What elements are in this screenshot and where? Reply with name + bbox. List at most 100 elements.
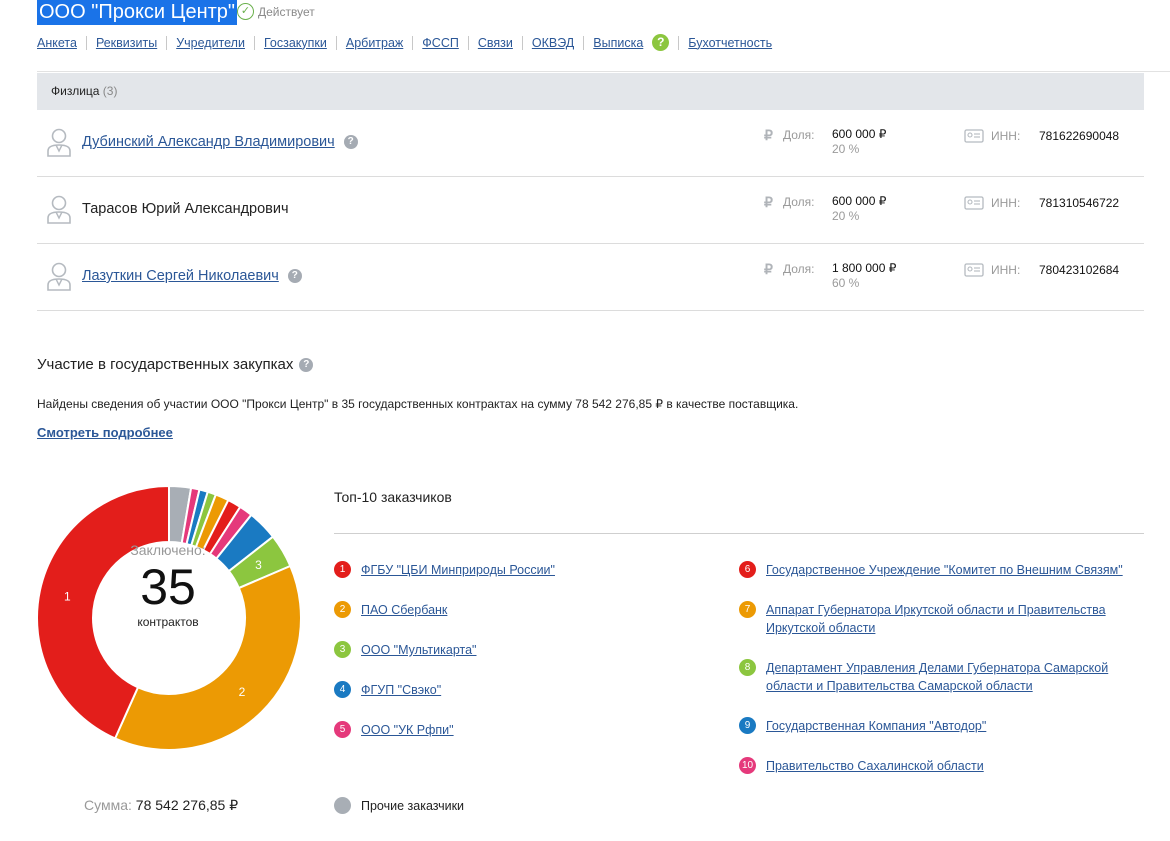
nav-divider [412, 35, 414, 50]
nav-arbitrazh[interactable]: Арбитраж [346, 36, 403, 50]
help-icon[interactable]: ? [287, 269, 302, 284]
customer-link[interactable]: Департамент Управления Делами Губернатор… [766, 659, 1121, 695]
donut-slice-label: 1 [64, 589, 71, 603]
customer-item: 5 ООО "УК Рфпи" [334, 721, 714, 739]
contracts-count: 35 [140, 559, 196, 615]
share-label: Доля: [783, 128, 815, 142]
sum-line: Сумма: 78 542 276,85 ₽ [84, 797, 238, 814]
customer-item: 2 ПАО Сбербанк [334, 601, 714, 619]
inn-value: 781622690048 [1039, 129, 1120, 143]
customer-item: 1 ФГБУ "ЦБИ Минприроды России" [334, 561, 714, 579]
customer-link[interactable]: Правительство Сахалинской области [766, 757, 984, 775]
nav-divider [166, 35, 168, 50]
sum-label: Сумма: [84, 797, 132, 813]
share-percent: 60 % [832, 276, 860, 290]
founders-header: Физлица (3) [37, 73, 1144, 110]
share-label: Доля: [783, 195, 815, 209]
ruble-icon: ₽ [764, 194, 773, 210]
nav-divider [678, 35, 680, 50]
customer-number: 7 [739, 601, 756, 618]
customer-link[interactable]: ФГУП "Свэко" [361, 681, 441, 699]
id-card-icon [964, 263, 984, 277]
customer-item: 8 Департамент Управления Делами Губернат… [739, 659, 1139, 695]
section-title-text: Участие в государственных закупках [37, 356, 294, 373]
nav-goszakupki[interactable]: Госзакупки [264, 36, 327, 50]
inn-label: ИНН: [991, 129, 1021, 143]
share-value: 600 000 ₽ [832, 194, 887, 208]
customer-number: 5 [334, 721, 351, 738]
contracts-unit: контрактов [137, 615, 199, 629]
divider [334, 533, 1144, 534]
nav-svyazi[interactable]: Связи [478, 36, 513, 50]
share-percent: 20 % [832, 209, 860, 223]
customer-number: 1 [334, 561, 351, 578]
founder-name[interactable]: Лазуткин Сергей Николаевич [82, 268, 279, 284]
donut-label: Заключено: [130, 542, 206, 558]
nav-vypiska[interactable]: Выписка [593, 36, 643, 50]
customer-link[interactable]: Аппарат Губернатора Иркутской области и … [766, 601, 1116, 637]
share-label: Доля: [783, 262, 815, 276]
help-icon[interactable]: ? [343, 135, 358, 150]
more-link[interactable]: Смотреть подробнее [37, 425, 173, 440]
ruble-icon: ₽ [764, 127, 773, 143]
person-icon [47, 128, 71, 157]
nav-divider [583, 35, 585, 50]
founders-count: (3) [102, 84, 118, 98]
help-icon[interactable]: ? [299, 358, 314, 373]
inn-value: 781310546722 [1039, 196, 1120, 210]
person-icon [47, 195, 71, 224]
help-icon[interactable]: ? [652, 34, 670, 51]
customer-link[interactable]: ООО "УК Рфпи" [361, 721, 454, 739]
others-label: Прочие заказчики [361, 799, 465, 813]
customer-number: 4 [334, 681, 351, 698]
customer-number: 6 [739, 561, 756, 578]
inn-label: ИНН: [991, 263, 1021, 277]
id-card-icon [964, 196, 984, 210]
customer-item: 9 Государственная Компания "Автодор" [739, 717, 1139, 735]
customer-item: 6 Государственное Учреждение "Комитет по… [739, 561, 1139, 579]
founder-name[interactable]: Дубинский Александр Владимирович [82, 134, 335, 150]
customer-item-others: Прочие заказчики [334, 797, 634, 815]
divider [37, 71, 1170, 72]
founder-row: Лазуткин Сергей Николаевич? ₽ Доля: 1 80… [37, 244, 1144, 311]
customer-item: 3 ООО "Мультикарта" [334, 641, 714, 659]
nav-okved[interactable]: ОКВЭД [532, 36, 574, 50]
nav-buhotchetnost[interactable]: Бухотчетность [688, 36, 772, 50]
nav-rekvizity[interactable]: Реквизиты [96, 36, 157, 50]
customer-link[interactable]: ПАО Сбербанк [361, 601, 447, 619]
customer-link[interactable]: Государственное Учреждение "Комитет по В… [766, 561, 1123, 579]
nav-anketa[interactable]: Анкета [37, 36, 77, 50]
founder-row: Тарасов Юрий Александрович ₽ Доля: 600 0… [37, 177, 1144, 244]
status-badge: ✓ Действует [237, 3, 315, 20]
status-text: Действует [258, 4, 315, 19]
founder-name-link[interactable]: Дубинский Александр Владимирович? [82, 134, 358, 150]
customer-item: 10 Правительство Сахалинской области [739, 757, 1139, 775]
customer-item: 4 ФГУП "Свэко" [334, 681, 714, 699]
customer-number: 3 [334, 641, 351, 658]
donut-slice-label: 2 [239, 685, 246, 699]
sum-value: 78 542 276,85 ₽ [135, 797, 239, 813]
customer-link[interactable]: ООО "Мультикарта" [361, 641, 477, 659]
founders-header-label: Физлица [51, 84, 100, 98]
customer-number: 8 [739, 659, 756, 676]
id-card-icon [964, 129, 984, 143]
customer-item: 7 Аппарат Губернатора Иркутской области … [739, 601, 1139, 637]
nav-divider [467, 35, 469, 50]
share-percent: 20 % [832, 142, 860, 156]
nav-divider [335, 35, 337, 50]
found-text: Найдены сведения об участии ООО "Прокси … [37, 397, 799, 411]
founder-name-link[interactable]: Лазуткин Сергей Николаевич? [82, 268, 302, 284]
nav-divider [521, 35, 523, 50]
share-value: 600 000 ₽ [832, 127, 887, 141]
customer-number: 9 [739, 717, 756, 734]
customer-link[interactable]: Государственная Компания "Автодор" [766, 717, 986, 735]
person-icon [47, 262, 71, 291]
share-value: 1 800 000 ₽ [832, 261, 897, 275]
others-dot [334, 797, 351, 814]
founder-row: Дубинский Александр Владимирович? ₽ Доля… [37, 110, 1144, 177]
section-nav: Анкета Реквизиты Учредители Госзакупки А… [37, 34, 772, 51]
company-title: ООО "Прокси Центр" [37, 0, 237, 25]
nav-fssp[interactable]: ФССП [422, 36, 459, 50]
nav-uchrediteli[interactable]: Учредители [176, 36, 245, 50]
customer-link[interactable]: ФГБУ "ЦБИ Минприроды России" [361, 561, 555, 579]
